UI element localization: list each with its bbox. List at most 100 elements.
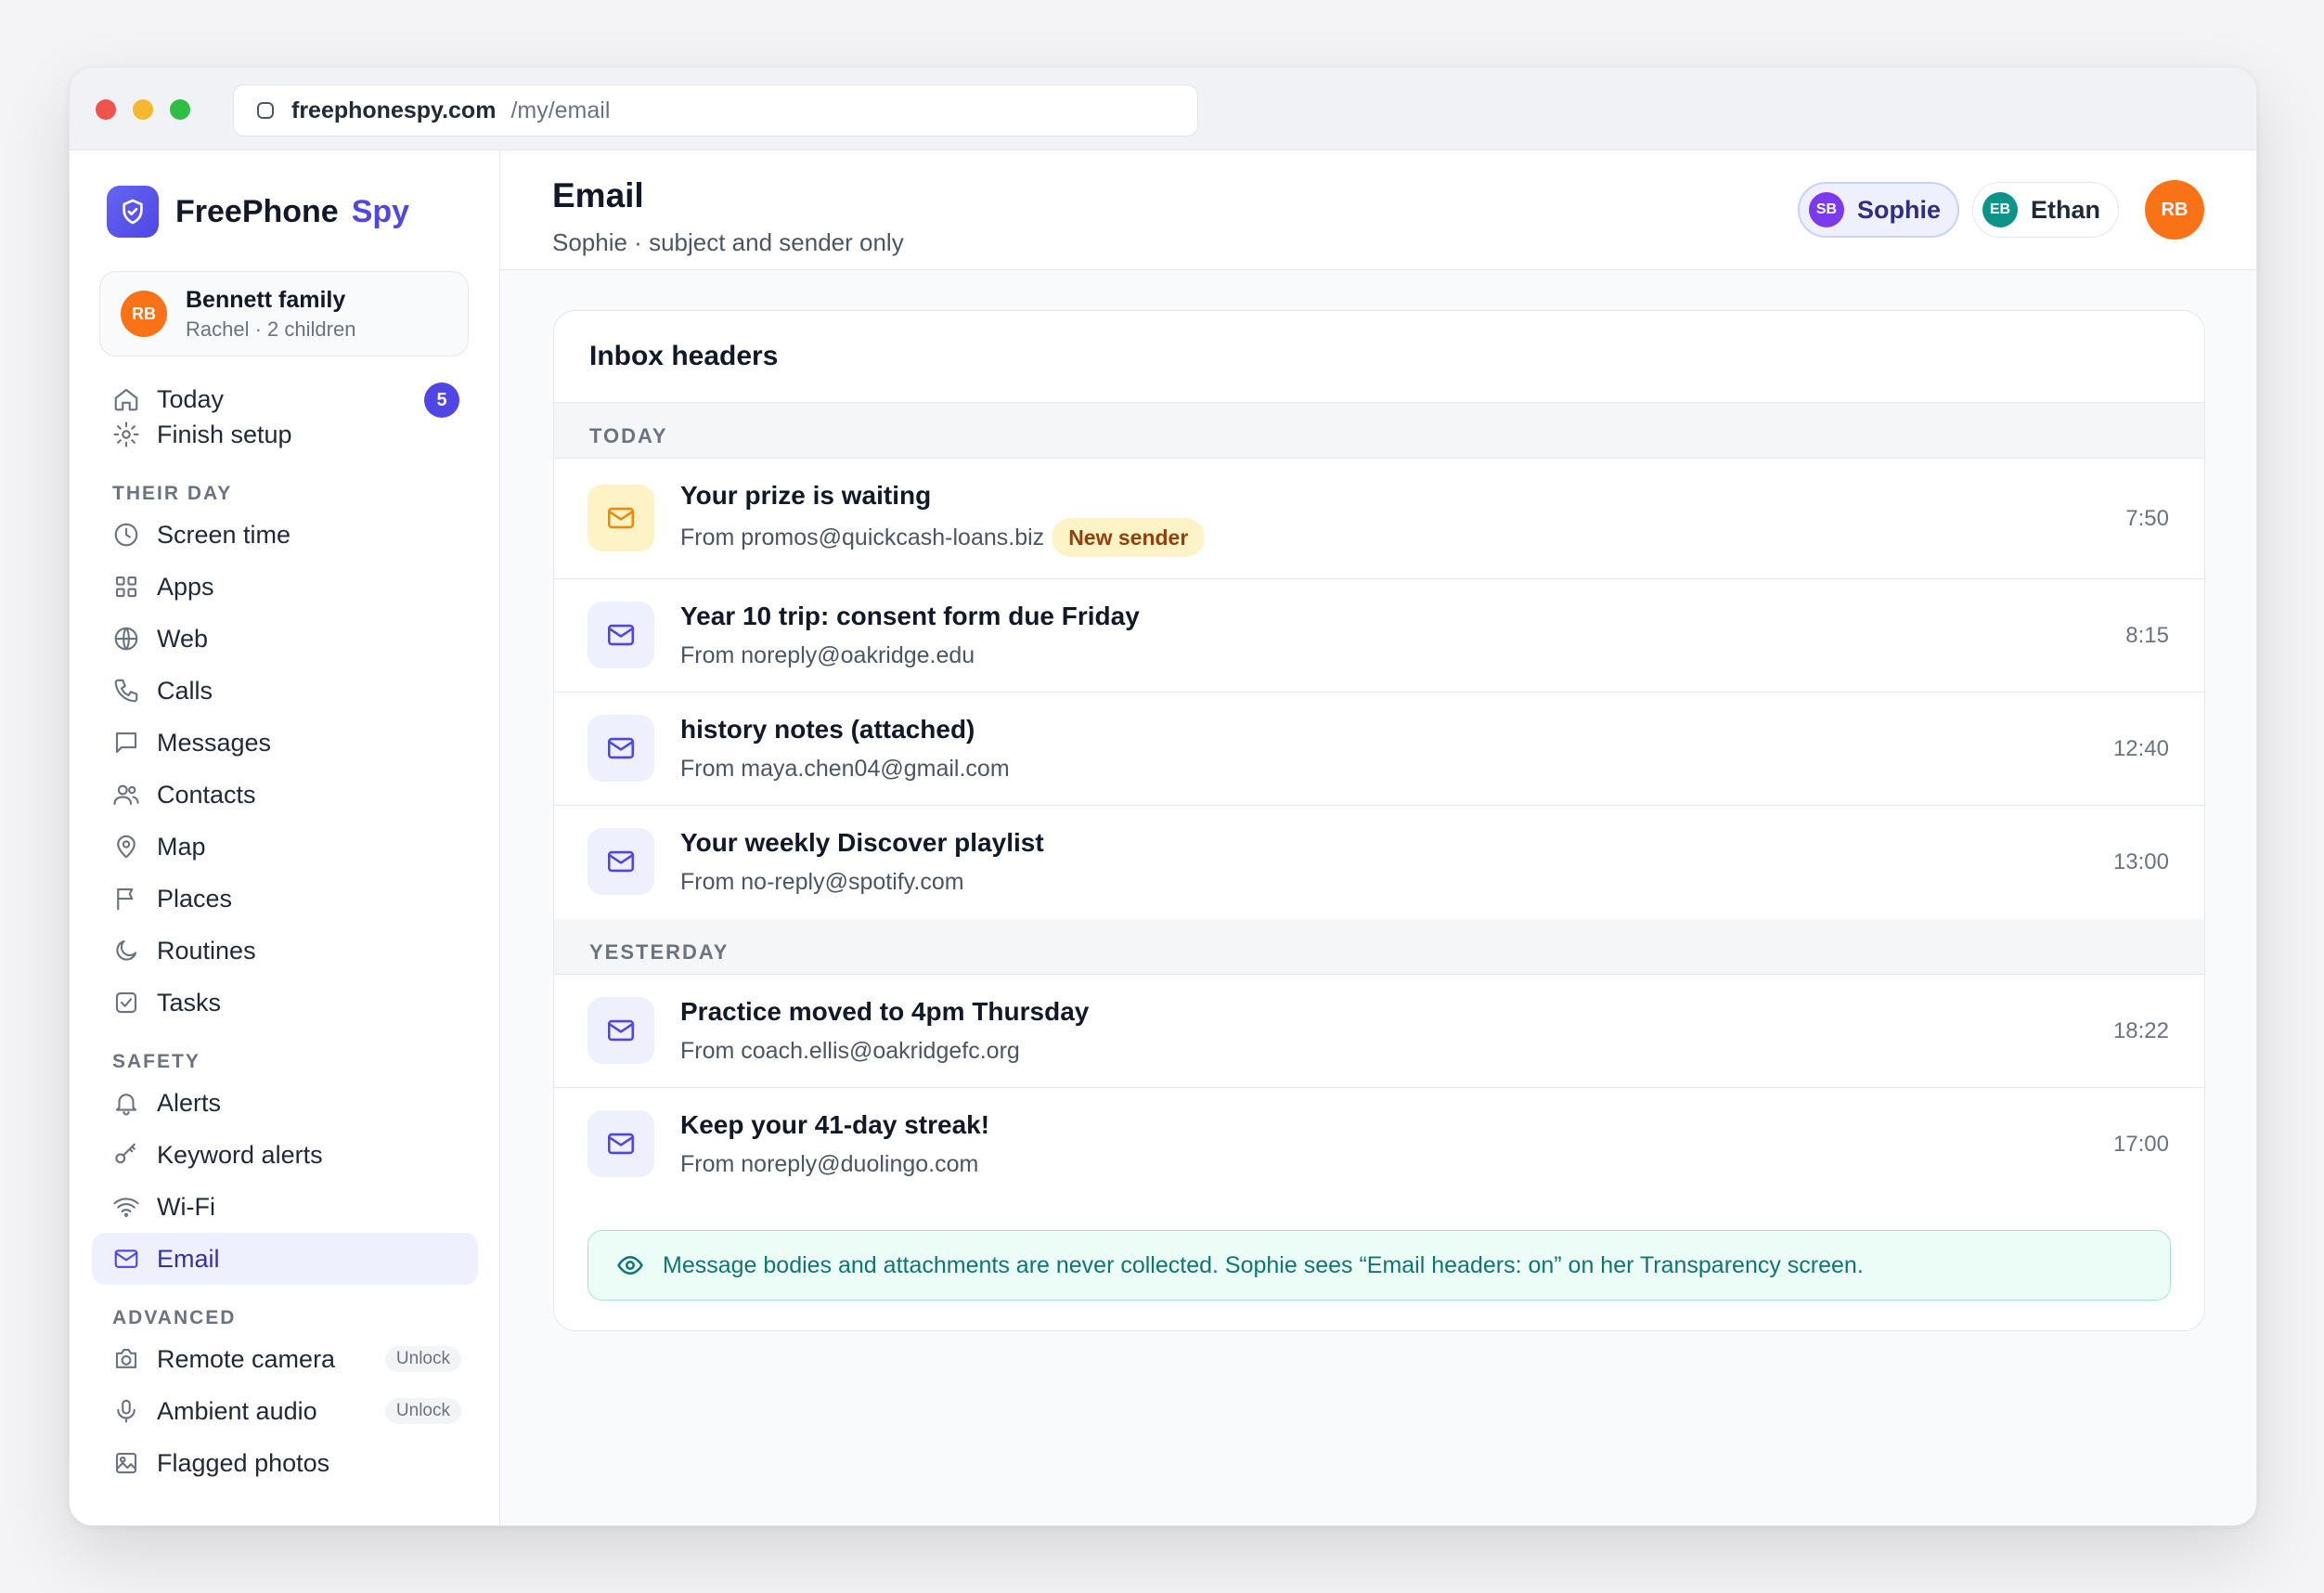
sidebar-item-label: Routines bbox=[157, 936, 256, 965]
user-avatar[interactable]: RB bbox=[2145, 180, 2204, 240]
sidebar-item-label: Ambient audio bbox=[157, 1396, 317, 1425]
email-subject: history notes (attached) bbox=[680, 715, 975, 744]
bell-icon bbox=[112, 1089, 140, 1117]
email-row[interactable]: history notes (attached) From maya.chen0… bbox=[554, 693, 2204, 806]
sidebar-item-screen-time[interactable]: Screen time bbox=[92, 509, 478, 561]
unlock-badge[interactable]: Unlock bbox=[384, 1398, 461, 1424]
email-row[interactable]: Keep your 41-day streak! From noreply@du… bbox=[554, 1088, 2204, 1201]
sidebar-item-label: Places bbox=[157, 884, 233, 913]
email-subject: Practice moved to 4pm Thursday bbox=[680, 997, 1090, 1026]
sidebar-item-label: Finish setup bbox=[157, 420, 292, 448]
sidebar-item-keyword-alerts[interactable]: Keyword alerts bbox=[92, 1129, 478, 1181]
family-avatar: RB bbox=[121, 291, 167, 337]
section-label-advanced: ADVANCED bbox=[112, 1307, 237, 1328]
email-sender: From no-reply@spotify.com bbox=[680, 869, 964, 895]
envelope-icon bbox=[587, 485, 654, 551]
sidebar-item-finish-setup[interactable]: Finish setup bbox=[92, 408, 478, 460]
email-sender: From maya.chen04@gmail.com bbox=[680, 756, 1010, 782]
child-name: Ethan bbox=[2031, 195, 2101, 224]
sidebar-item-wi-fi[interactable]: Wi-Fi bbox=[92, 1181, 478, 1233]
sidebar-item-label: Flagged photos bbox=[157, 1448, 330, 1477]
email-row[interactable]: Year 10 trip: consent form due Friday Fr… bbox=[554, 579, 2204, 693]
pin-icon bbox=[112, 833, 140, 861]
child-chip-sophie[interactable]: SB Sophie bbox=[1798, 182, 1959, 238]
sidebar-item-apps[interactable]: Apps bbox=[92, 561, 478, 613]
page-header: Email Sophie · subject and sender only S… bbox=[500, 150, 2256, 270]
sidebar-item-label: Web bbox=[157, 624, 209, 653]
unlock-badge[interactable]: Unlock bbox=[384, 1346, 461, 1372]
sidebar-nav: Today 5 Finish setup THEIR DAY Screen time Ap… bbox=[92, 373, 478, 1489]
sidebar-item-alerts[interactable]: Alerts bbox=[92, 1077, 478, 1129]
page-subtitle: Sophie · subject and sender only bbox=[552, 228, 904, 256]
email-time: 8:15 bbox=[2125, 622, 2169, 648]
url-path: /my/email bbox=[510, 97, 611, 123]
sidebar-item-email[interactable]: Email bbox=[92, 1233, 478, 1285]
email-time: 18:22 bbox=[2112, 1017, 2169, 1043]
close-window-button[interactable] bbox=[96, 99, 116, 120]
envelope-icon bbox=[587, 1110, 654, 1177]
flag-icon bbox=[112, 885, 140, 913]
brand-accent: Spy bbox=[351, 193, 410, 229]
sidebar-item-label: Alerts bbox=[157, 1088, 222, 1117]
sidebar-item-calls[interactable]: Calls bbox=[92, 665, 478, 717]
globe-icon bbox=[112, 625, 140, 653]
family-name: Bennett family bbox=[186, 286, 346, 313]
sidebar-item-flagged-photos[interactable]: Flagged photos bbox=[92, 1437, 478, 1489]
email-time: 17:00 bbox=[2112, 1132, 2169, 1157]
browser-window: freephonespy.com /my/email FreePhone Spy… bbox=[69, 67, 2257, 1526]
wifi-icon bbox=[112, 1193, 140, 1221]
child-avatar: EB bbox=[1982, 192, 2018, 227]
sidebar-item-label: Calls bbox=[157, 676, 213, 705]
email-sender: From coach.ellis@oakridgefc.org bbox=[680, 1038, 1020, 1064]
child-avatar: SB bbox=[1809, 192, 1844, 227]
minimize-window-button[interactable] bbox=[133, 99, 153, 120]
sidebar-item-routines[interactable]: Routines bbox=[92, 925, 478, 977]
privacy-notice: Message bodies and attachments are never… bbox=[587, 1230, 2171, 1301]
envelope-icon bbox=[587, 602, 654, 668]
sidebar-item-web[interactable]: Web bbox=[92, 613, 478, 665]
gear-icon bbox=[112, 421, 140, 448]
mic-icon bbox=[112, 1397, 140, 1425]
chat-icon bbox=[112, 729, 140, 757]
email-row[interactable]: Your weekly Discover playlist From no-re… bbox=[554, 806, 2204, 919]
sidebar-item-label: Map bbox=[157, 832, 206, 861]
sidebar-item-label: Screen time bbox=[157, 520, 291, 549]
maximize-window-button[interactable] bbox=[170, 99, 190, 120]
sidebar: FreePhone Spy RB Bennett family Rachel ·… bbox=[70, 150, 500, 1525]
section-label-their-day: THEIR DAY bbox=[112, 483, 233, 504]
sidebar-item-ambient-audio[interactable]: Ambient audio Unlock bbox=[92, 1385, 478, 1437]
address-bar[interactable]: freephonespy.com /my/email bbox=[233, 84, 1198, 136]
email-subject: Year 10 trip: consent form due Friday bbox=[680, 602, 1140, 630]
sidebar-item-label: Tasks bbox=[157, 988, 222, 1017]
email-time: 12:40 bbox=[2112, 735, 2169, 761]
page-title: Email bbox=[552, 176, 644, 214]
eye-icon bbox=[617, 1256, 643, 1275]
sidebar-item-messages[interactable]: Messages bbox=[92, 717, 478, 769]
browser-titlebar: freephonespy.com /my/email bbox=[70, 68, 2256, 150]
shield-logo-icon bbox=[107, 186, 159, 238]
card-title: Inbox headers bbox=[554, 311, 2204, 403]
section-label-safety: SAFETY bbox=[112, 1051, 200, 1072]
new-sender-badge: New sender bbox=[1052, 518, 1206, 557]
envelope-icon bbox=[587, 997, 654, 1064]
key-icon bbox=[112, 1141, 140, 1169]
email-row[interactable]: Practice moved to 4pm Thursday From coac… bbox=[554, 975, 2204, 1088]
brand[interactable]: FreePhone Spy bbox=[107, 186, 409, 238]
email-row[interactable]: Your prize is waiting From promos@quickc… bbox=[554, 459, 2204, 579]
child-chip-ethan[interactable]: EB Ethan bbox=[1972, 182, 2119, 238]
envelope-icon bbox=[587, 828, 654, 895]
camera-icon bbox=[112, 1345, 140, 1373]
family-switcher[interactable]: RB Bennett family Rachel · 2 children bbox=[99, 271, 469, 356]
sidebar-item-map[interactable]: Map bbox=[92, 821, 478, 873]
email-sender: From noreply@duolingo.com bbox=[680, 1151, 979, 1177]
sidebar-item-tasks[interactable]: Tasks bbox=[92, 977, 478, 1029]
main-content: Email Sophie · subject and sender only S… bbox=[500, 150, 2256, 1525]
sidebar-item-label: Apps bbox=[157, 572, 214, 601]
checkbox-icon bbox=[112, 989, 140, 1017]
sidebar-item-contacts[interactable]: Contacts bbox=[92, 769, 478, 821]
sidebar-item-label: Keyword alerts bbox=[157, 1140, 323, 1169]
sidebar-item-remote-camera[interactable]: Remote camera Unlock bbox=[92, 1333, 478, 1385]
group-label-today: TODAY bbox=[554, 403, 2204, 459]
users-icon bbox=[112, 781, 140, 809]
sidebar-item-places[interactable]: Places bbox=[92, 873, 478, 925]
